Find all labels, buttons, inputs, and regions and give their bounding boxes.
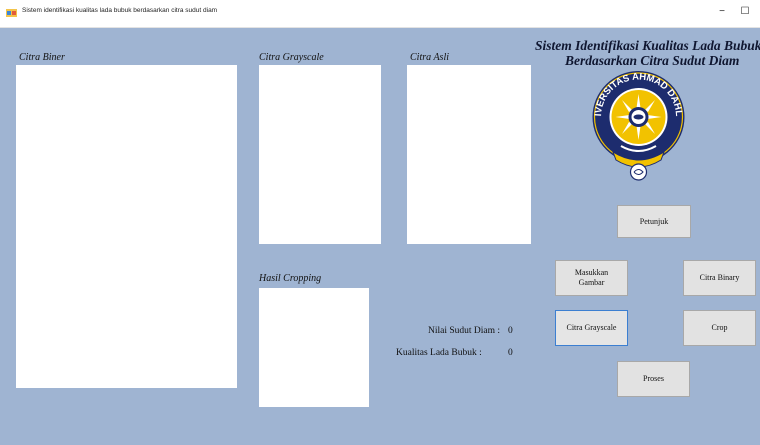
university-logo: UNIVERSITAS AHMAD DAHLAN xyxy=(591,68,685,181)
proses-button[interactable]: Proses xyxy=(617,361,690,397)
app-heading-line2: Berdasarkan Citra Sudut Diam xyxy=(565,53,740,68)
hasil-cropping-picturebox xyxy=(259,288,369,407)
app-heading-line1: Sistem Identifikasi Kualitas Lada Bubuk xyxy=(535,38,760,53)
citra-biner-picturebox xyxy=(16,65,237,388)
citra-asli-label: Citra Asli xyxy=(410,52,449,63)
window-title: Sistem identifikasi kualitas lada bubuk … xyxy=(22,7,218,14)
masukkan-gambar-label-line1: Masukkan xyxy=(574,268,609,277)
citra-grayscale-label: Citra Grayscale xyxy=(259,52,324,63)
kualitas-lada-bubuk-label: Kualitas Lada Bubuk : xyxy=(396,348,482,358)
nilai-sudut-diam-value: 0 xyxy=(508,326,513,336)
window-titlebar: Sistem identifikasi kualitas lada bubuk … xyxy=(0,0,760,28)
masukkan-gambar-label-line2: Gambar xyxy=(578,278,605,287)
petunjuk-button[interactable]: Petunjuk xyxy=(617,205,691,238)
app-heading: Sistem Identifikasi Kualitas Lada Bubuk … xyxy=(535,38,760,68)
maximize-button[interactable]: ☐ xyxy=(737,5,753,19)
citra-biner-label: Citra Biner xyxy=(19,52,65,63)
citra-binary-button[interactable]: Citra Binary xyxy=(683,260,756,296)
citra-asli-picturebox xyxy=(407,65,531,244)
masukkan-gambar-button[interactable]: Masukkan Gambar xyxy=(555,260,628,296)
minimize-button[interactable]: − xyxy=(714,5,730,19)
citra-grayscale-button[interactable]: Citra Grayscale xyxy=(555,310,628,346)
nilai-sudut-diam-label: Nilai Sudut Diam : xyxy=(428,326,501,336)
crop-button[interactable]: Crop xyxy=(683,310,756,346)
app-icon xyxy=(6,9,17,17)
citra-grayscale-picturebox xyxy=(259,65,381,244)
hasil-cropping-label: Hasil Cropping xyxy=(259,273,322,284)
kualitas-lada-bubuk-value: 0 xyxy=(508,348,513,358)
